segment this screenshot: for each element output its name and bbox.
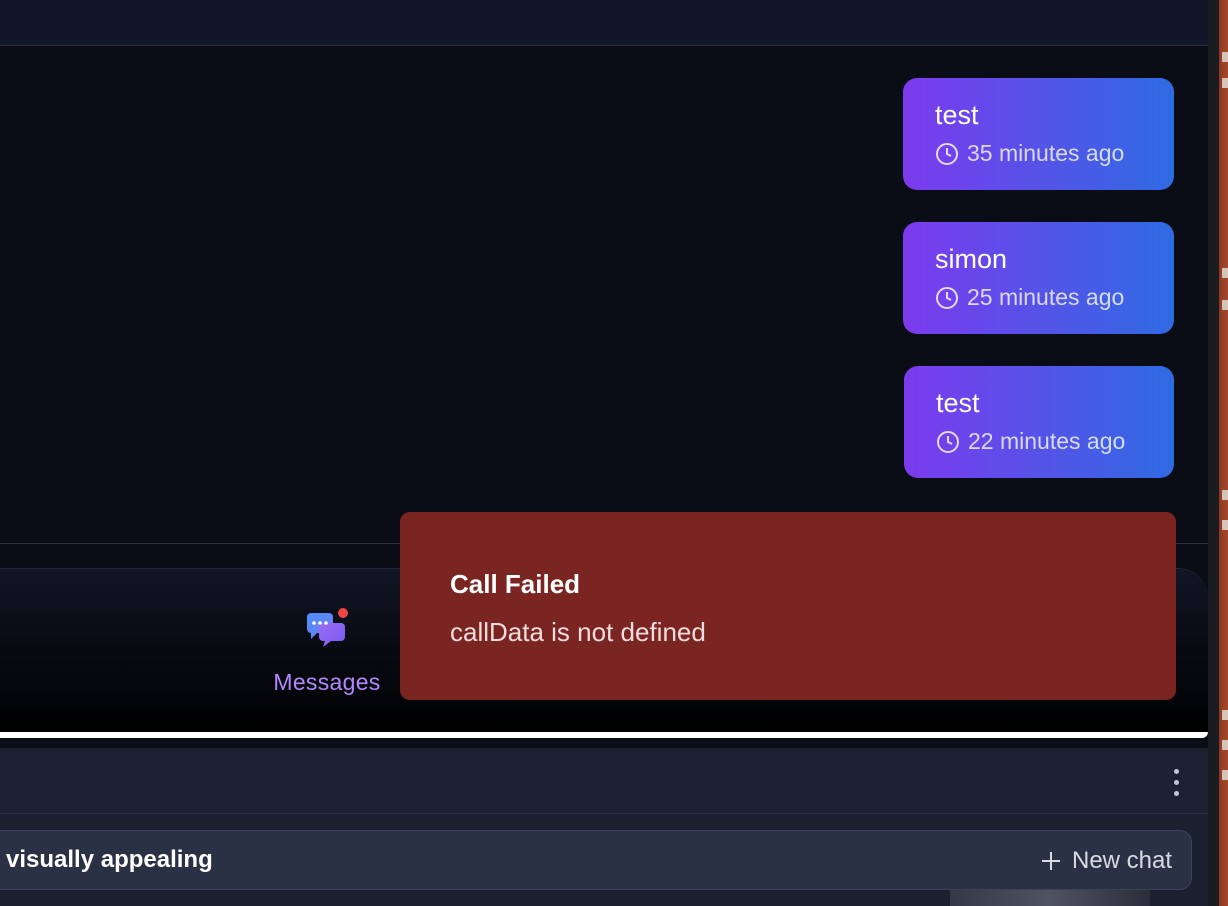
chat-message[interactable]: simon 25 minutes ago bbox=[903, 222, 1174, 334]
new-chat-button[interactable]: New chat bbox=[1040, 844, 1172, 878]
message-text: simon bbox=[935, 244, 1008, 274]
edge-mark bbox=[1222, 52, 1228, 62]
message-timestamp: 25 minutes ago bbox=[935, 284, 1142, 311]
edge-mark bbox=[1222, 740, 1228, 750]
clock-icon bbox=[937, 430, 959, 453]
message-time-text: 25 minutes ago bbox=[967, 284, 1125, 310]
message-timestamp: 35 minutes ago bbox=[935, 140, 1142, 167]
more-options-icon[interactable] bbox=[1160, 762, 1192, 802]
divider bbox=[0, 732, 1208, 738]
edge-mark bbox=[1222, 78, 1228, 88]
edge-mark bbox=[1222, 268, 1228, 278]
edge-mark bbox=[1222, 770, 1228, 780]
toast-title: Call Failed bbox=[450, 569, 581, 599]
chat-bubbles-icon bbox=[305, 607, 349, 651]
clock-icon bbox=[936, 286, 958, 309]
edge-mark bbox=[1222, 300, 1228, 310]
plus-icon bbox=[1042, 852, 1060, 870]
top-bar bbox=[0, 0, 1208, 46]
new-chat-label: New chat bbox=[1072, 847, 1173, 874]
error-toast[interactable]: Call Failed callData is not defined bbox=[400, 512, 1176, 700]
message-timestamp: 22 minutes ago bbox=[936, 428, 1142, 455]
nav-item-messages[interactable]: Messages bbox=[262, 607, 392, 701]
chat-message[interactable]: test 35 minutes ago bbox=[903, 78, 1174, 190]
message-time-text: 35 minutes ago bbox=[967, 140, 1125, 166]
thumbnail-image bbox=[950, 890, 1150, 906]
edge-mark bbox=[1222, 520, 1228, 530]
nav-item-label: Messages bbox=[273, 669, 381, 695]
toast-description: callData is not defined bbox=[450, 617, 706, 647]
message-text: test bbox=[936, 388, 980, 418]
message-text: test bbox=[935, 100, 979, 130]
message-time-text: 22 minutes ago bbox=[968, 428, 1126, 454]
lower-toolbar bbox=[0, 752, 1212, 814]
clock-icon bbox=[936, 142, 958, 165]
chat-input-text[interactable]: visually appealing bbox=[6, 846, 213, 874]
edge-mark bbox=[1222, 490, 1228, 500]
edge-mark bbox=[1222, 710, 1228, 720]
chat-message[interactable]: test 22 minutes ago bbox=[904, 366, 1174, 478]
